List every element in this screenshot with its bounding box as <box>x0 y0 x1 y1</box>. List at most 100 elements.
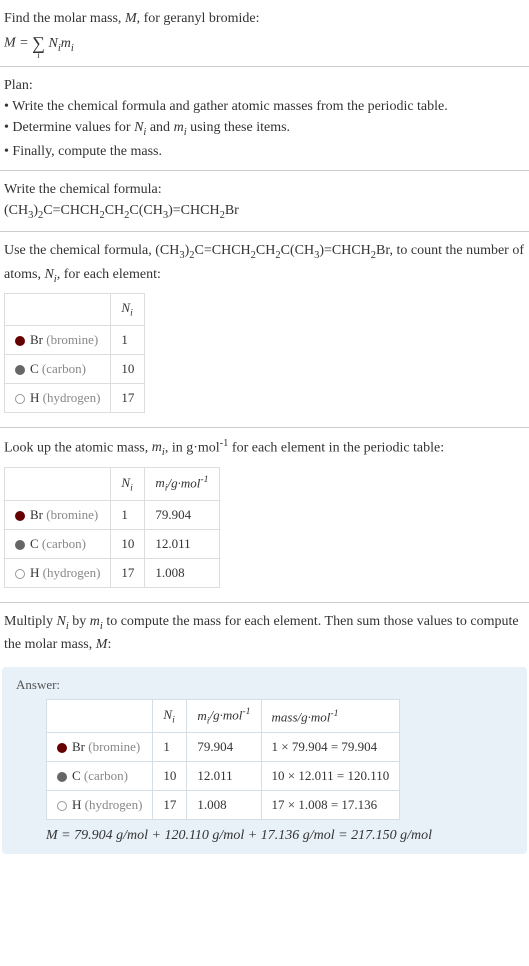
h-name: (hydrogen) <box>43 390 101 405</box>
element-cell: H (hydrogen) <box>5 558 111 587</box>
c-name: (carbon) <box>42 536 86 551</box>
plan-section: Plan: • Write the chemical formula and g… <box>0 67 529 171</box>
multiply-section: Multiply Ni by mi to compute the mass fo… <box>0 603 529 664</box>
h-name: (hydrogen) <box>85 797 143 812</box>
hydrogen-dot-icon <box>15 394 25 404</box>
mi-header: mi/g·mol-1 <box>145 467 219 500</box>
ni-header: Ni <box>111 294 145 326</box>
element-cell: C (carbon) <box>5 354 111 383</box>
ni-header: Ni <box>153 700 187 733</box>
table-row: Br (bromine) 1 79.904 1 × 79.904 = 79.90… <box>47 733 400 762</box>
br-name: (bromine) <box>46 507 98 522</box>
count-atoms-text: Use the chemical formula, (CH3)2C=CHCH2C… <box>4 240 525 287</box>
plan-heading: Plan: <box>4 75 525 96</box>
h-symbol: H <box>72 797 81 812</box>
bromine-dot-icon <box>15 511 25 521</box>
c-name: (carbon) <box>84 768 128 783</box>
h-name: (hydrogen) <box>43 565 101 580</box>
table-row: Ni mi/g·mol-1 <box>5 467 220 500</box>
c-symbol: C <box>30 536 39 551</box>
multiply-text: Multiply Ni by mi to compute the mass fo… <box>4 611 525 656</box>
count-part1: Use the chemical formula, <box>4 243 155 258</box>
plan-bullet-3: • Finally, compute the mass. <box>4 141 525 162</box>
lookup-mass-section: Look up the atomic mass, mi, in g·mol-1 … <box>0 428 529 603</box>
plan-bullet-1: • Write the chemical formula and gather … <box>4 96 525 117</box>
carbon-dot-icon <box>15 540 25 550</box>
element-cell: H (hydrogen) <box>47 791 153 820</box>
bromine-dot-icon <box>15 336 25 346</box>
final-answer: M = 79.904 g/mol + 120.110 g/mol + 17.13… <box>46 828 513 844</box>
count-atoms-section: Use the chemical formula, (CH3)2C=CHCH2C… <box>0 232 529 428</box>
mi-cell: 12.011 <box>145 529 219 558</box>
ni-cell: 10 <box>111 354 145 383</box>
c-symbol: C <box>72 768 81 783</box>
hydrogen-dot-icon <box>15 569 25 579</box>
intro-text: Find the molar mass, M, for geranyl brom… <box>4 8 525 29</box>
carbon-dot-icon <box>15 365 25 375</box>
ni-cell: 17 <box>111 558 145 587</box>
br-symbol: Br <box>30 507 43 522</box>
write-formula-heading: Write the chemical formula: <box>4 179 525 200</box>
atom-count-table: Ni Br (bromine) 1 C (carbon) 10 H (hydro… <box>4 293 145 413</box>
hydrogen-dot-icon <box>57 801 67 811</box>
ni-cell: 10 <box>153 762 187 791</box>
h-symbol: H <box>30 565 39 580</box>
table-row: Br (bromine) 1 <box>5 325 145 354</box>
br-symbol: Br <box>72 739 85 754</box>
plan-bullet-2: • Determine values for Ni and mi using t… <box>4 117 525 141</box>
mi-cell: 79.904 <box>145 500 219 529</box>
c-symbol: C <box>30 361 39 376</box>
ni-cell: 10 <box>111 529 145 558</box>
h-symbol: H <box>30 390 39 405</box>
answer-inner: Ni mi/g·mol-1 mass/g·mol-1 Br (bromine) … <box>16 699 513 844</box>
ni-cell: 17 <box>153 791 187 820</box>
bromine-dot-icon <box>57 743 67 753</box>
element-cell: C (carbon) <box>47 762 153 791</box>
answer-label: Answer: <box>16 677 513 693</box>
molar-mass-formula: M = ∑i Nimi <box>4 29 525 58</box>
table-row: C (carbon) 10 12.011 <box>5 529 220 558</box>
mi-cell: 12.011 <box>187 762 261 791</box>
mi-cell: 79.904 <box>187 733 261 762</box>
element-cell: Br (bromine) <box>5 500 111 529</box>
count-part3: , for each element: <box>57 267 161 282</box>
br-name: (bromine) <box>88 739 140 754</box>
br-name: (bromine) <box>46 332 98 347</box>
table-row: Br (bromine) 1 79.904 <box>5 500 220 529</box>
lookup-part3: for each element in the periodic table: <box>228 440 444 455</box>
element-cell: C (carbon) <box>5 529 111 558</box>
table-row: Ni <box>5 294 145 326</box>
mass-cell: 17 × 1.008 = 17.136 <box>261 791 400 820</box>
carbon-dot-icon <box>57 772 67 782</box>
element-cell: Br (bromine) <box>5 325 111 354</box>
answer-table: Ni mi/g·mol-1 mass/g·mol-1 Br (bromine) … <box>46 699 400 820</box>
intro-section: Find the molar mass, M, for geranyl brom… <box>0 0 529 67</box>
mass-cell: 1 × 79.904 = 79.904 <box>261 733 400 762</box>
mi-cell: 1.008 <box>145 558 219 587</box>
table-row: C (carbon) 10 <box>5 354 145 383</box>
write-formula-section: Write the chemical formula: (CH3)2C=CHCH… <box>0 171 529 233</box>
lookup-part1: Look up the atomic mass, <box>4 440 152 455</box>
element-cell: Br (bromine) <box>47 733 153 762</box>
lookup-mass-text: Look up the atomic mass, mi, in g·mol-1 … <box>4 436 525 461</box>
empty-header <box>5 294 111 326</box>
mass-cell: 10 × 12.011 = 120.110 <box>261 762 400 791</box>
table-row: Ni mi/g·mol-1 mass/g·mol-1 <box>47 700 400 733</box>
table-row: H (hydrogen) 17 <box>5 383 145 412</box>
element-cell: H (hydrogen) <box>5 383 111 412</box>
ni-cell: 17 <box>111 383 145 412</box>
mi-header: mi/g·mol-1 <box>187 700 261 733</box>
table-row: H (hydrogen) 17 1.008 17 × 1.008 = 17.13… <box>47 791 400 820</box>
ni-cell: 1 <box>111 325 145 354</box>
chemical-formula: (CH3)2C=CHCH2CH2C(CH3)=CHCH2Br <box>4 200 525 224</box>
br-symbol: Br <box>30 332 43 347</box>
ni-cell: 1 <box>111 500 145 529</box>
lookup-part2: , in g·mol <box>165 440 220 455</box>
answer-box: Answer: Ni mi/g·mol-1 mass/g·mol-1 Br (b… <box>2 667 527 854</box>
mi-cell: 1.008 <box>187 791 261 820</box>
empty-header <box>47 700 153 733</box>
ni-header: Ni <box>111 467 145 500</box>
table-row: C (carbon) 10 12.011 10 × 12.011 = 120.1… <box>47 762 400 791</box>
mass-header: mass/g·mol-1 <box>261 700 400 733</box>
atomic-mass-table: Ni mi/g·mol-1 Br (bromine) 1 79.904 C (c… <box>4 467 220 588</box>
